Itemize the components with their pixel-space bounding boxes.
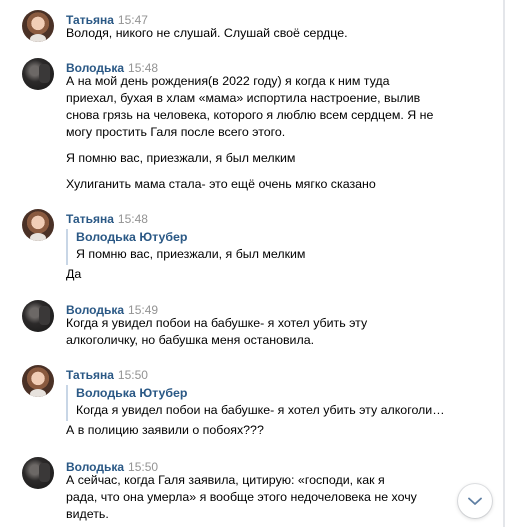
volodka-avatar[interactable]	[22, 58, 54, 90]
author-name[interactable]: Татьяна	[66, 368, 114, 382]
message: Татьяна 15:48 Володька Ютубер Я помню вас…	[0, 209, 495, 289]
message: Татьяна 15:47 Володя, никого не слушай. С…	[0, 10, 495, 46]
message-text: видеть.	[66, 507, 109, 521]
message-header: Татьяна 15:50	[66, 366, 148, 382]
tatiana-avatar[interactable]	[22, 10, 54, 42]
volodka-avatar[interactable]	[22, 300, 54, 332]
message-time[interactable]: 15:48	[118, 212, 148, 226]
scroll-to-bottom-button[interactable]	[458, 484, 492, 518]
message: Володька 15:50 А сейчас, когда Галя заяви…	[0, 457, 495, 525]
message-text: могу простить Галя после всего этого.	[66, 125, 286, 139]
message-text: А в полицию заявили о побоях???	[66, 423, 264, 437]
volodka-avatar[interactable]	[22, 457, 54, 489]
message-text: Я помню вас, приезжали, я был мелким	[66, 151, 296, 165]
chat-history[interactable]: Татьяна 15:47 Володя, никого не слушай. С…	[0, 0, 503, 527]
message-text: Хулиганить мама стала- это ещё очень мяг…	[66, 177, 376, 191]
message-text: Да	[66, 267, 82, 281]
message: Володька 15:48 А на мой день рождения(в 2…	[0, 58, 495, 198]
message-text: Когда я увидел побои на бабушке- я хотел…	[66, 316, 368, 330]
message-time[interactable]: 15:50	[118, 368, 148, 382]
tatiana-avatar[interactable]	[22, 365, 54, 397]
quote-author[interactable]: Володька Ютубер	[76, 385, 445, 402]
message-text: рада, что она умерла» я вообще этого нед…	[66, 490, 417, 504]
message-text: А на мой день рождения(в 2022 году) я ко…	[66, 74, 390, 88]
quote-text: Когда я увидел побои на бабушке- я хотел…	[76, 403, 445, 417]
quote-text: Я помню вас, приезжали, я был мелким	[76, 247, 306, 261]
message-text: алкоголичку, но бабушка меня остановила.	[66, 333, 315, 347]
message: Татьяна 15:50 Володька Ютубер Когда я уви…	[0, 365, 495, 445]
quote-author[interactable]: Володька Ютубер	[76, 229, 305, 246]
message-text: приехал, бухая в хлам «мама» испортила н…	[66, 91, 421, 105]
message-text: Володя, никого не слушай. Слушай своё се…	[66, 26, 348, 40]
author-name[interactable]: Татьяна	[66, 212, 114, 226]
message-header: Татьяна 15:48	[66, 210, 148, 226]
message: Володька 15:49 Когда я увидел побои на ба…	[0, 300, 495, 352]
chevron-down-icon	[468, 497, 482, 505]
reply-quote[interactable]: Володька Ютубер Когда я увидел побои на …	[66, 385, 445, 421]
tatiana-avatar[interactable]	[22, 209, 54, 241]
reply-quote[interactable]: Володька Ютубер Я помню вас, приезжали, …	[66, 229, 305, 265]
message-text: А сейчас, когда Галя заявила, цитирую: «…	[66, 473, 385, 487]
message-text: снова грязь на человека, которого я любл…	[66, 108, 434, 122]
